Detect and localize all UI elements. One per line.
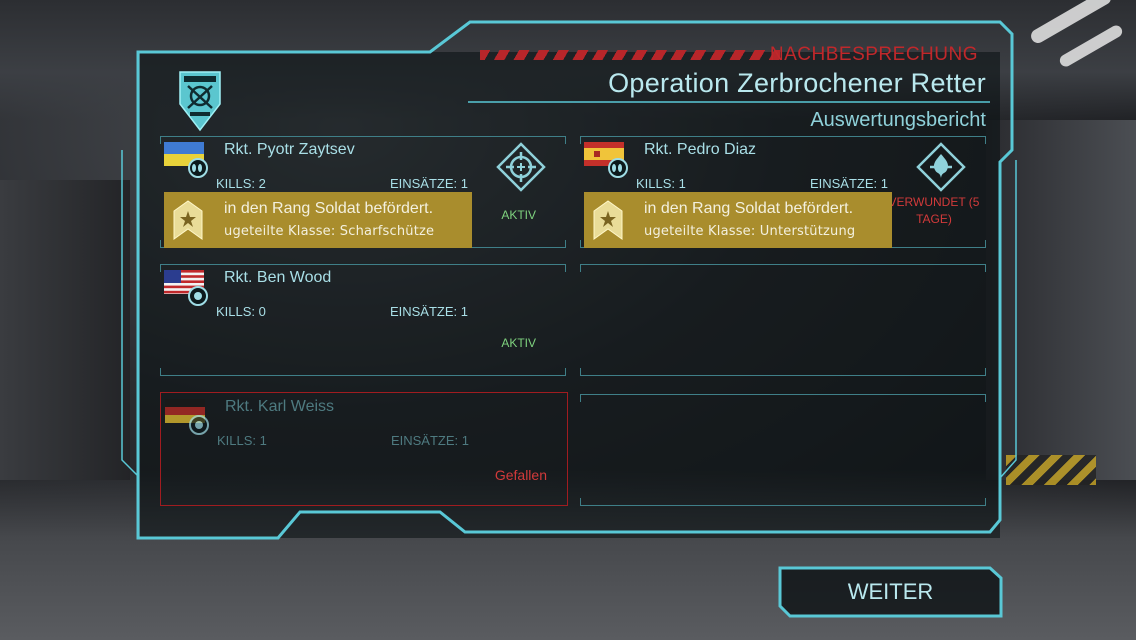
soldier-card[interactable]: Rkt. Pedro Diaz KILLS: 1 EINSÄTZE: 1 VER… <box>580 136 986 248</box>
soldier-name: Rkt. Pedro Diaz <box>644 141 757 158</box>
soldier-missions: EINSÄTZE: 1 <box>809 176 888 191</box>
xcom-logo-icon <box>179 71 221 132</box>
assigned-class-text: ugeteilte Klasse: Scharfschütze <box>224 224 435 239</box>
empty-soldier-slot <box>580 394 986 506</box>
rank-badge-icon <box>188 286 208 306</box>
hazard-stripe-bar <box>480 50 780 60</box>
soldier-kills: KILLS: 1 <box>636 176 686 191</box>
soldier-missions: EINSÄTZE: 1 <box>389 304 468 319</box>
soldier-kills: KILLS: 2 <box>216 176 266 191</box>
promotion-banner: in den Rang Soldat befördert. ugeteilte … <box>164 192 472 248</box>
promotion-banner: in den Rang Soldat befördert. ugeteilte … <box>584 192 892 248</box>
rank-badge-icon <box>608 158 628 178</box>
rank-badge-icon <box>188 158 208 178</box>
rank-badge-icon <box>189 415 209 435</box>
soldier-card-fallen[interactable]: Rkt. Karl Weiss KILLS: 1 EINSÄTZE: 1 Gef… <box>160 392 568 506</box>
soldier-name: Rkt. Karl Weiss <box>225 398 335 415</box>
continue-button-label: WEITER <box>847 579 934 604</box>
support-icon <box>916 142 966 192</box>
soldier-name: Rkt. Ben Wood <box>224 269 332 286</box>
soldier-kills: KILLS: 0 <box>216 304 266 319</box>
soldier-card[interactable]: Rkt. Pyotr Zaytsev KILLS: 2 EINSÄTZE: 1 … <box>160 136 566 248</box>
soldier-status: AKTIV <box>501 336 536 350</box>
crosshair-icon <box>496 142 546 192</box>
soldier-status: VERWUNDET (5 TAGE) <box>888 195 980 226</box>
sergeant-chevron-icon <box>173 200 203 240</box>
report-subtitle: Auswertungsbericht <box>810 109 986 131</box>
sergeant-chevron-icon <box>593 200 623 240</box>
soldier-name: Rkt. Pyotr Zaytsev <box>224 141 355 158</box>
soldier-card[interactable]: Rkt. Ben Wood KILLS: 0 EINSÄTZE: 1 AKTIV <box>160 264 566 376</box>
debrief-label: NACHBESPRECHUNG <box>769 44 978 65</box>
soldier-status: Gefallen <box>494 467 547 483</box>
promotion-text: in den Rang Soldat befördert. <box>224 200 434 217</box>
soldier-missions: EINSÄTZE: 1 <box>389 176 468 191</box>
promotion-text: in den Rang Soldat befördert. <box>644 200 854 217</box>
empty-soldier-slot <box>580 264 986 376</box>
continue-button[interactable]: WEITER <box>778 566 1003 618</box>
operation-title: Operation Zerbrochener Retter <box>608 68 986 98</box>
soldier-status: AKTIV <box>501 208 536 222</box>
assigned-class-text: ugeteilte Klasse: Unterstützung <box>644 224 856 239</box>
soldier-missions: EINSÄTZE: 1 <box>390 433 469 448</box>
soldier-kills: KILLS: 1 <box>217 433 267 448</box>
